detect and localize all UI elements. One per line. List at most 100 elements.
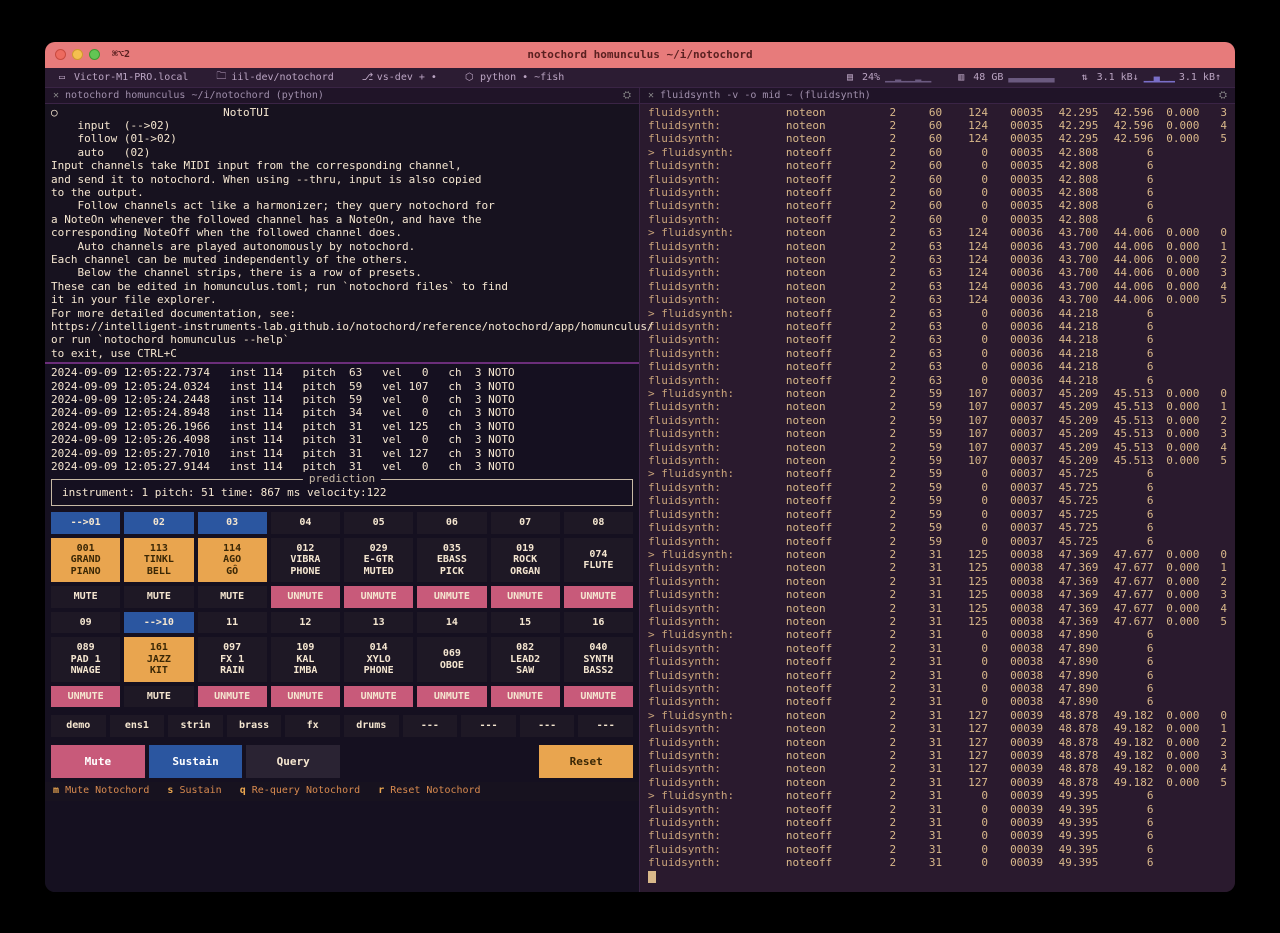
right-pane-tab[interactable]: ✕ fluidsynth -v -o mid ~ (fluidsynth) ⛭ <box>640 88 1235 104</box>
log-row: fluidsynth:noteon2631240003643.70044.006… <box>648 293 1227 306</box>
folder-segment[interactable]: 🗀 iil-dev/notochord <box>202 69 347 86</box>
mute-button[interactable]: Mute <box>51 745 145 778</box>
row4-cell-4[interactable]: 13 <box>344 612 413 634</box>
row6-cell-6[interactable]: UNMUTE <box>491 686 560 708</box>
row4-cell-7[interactable]: 16 <box>564 612 633 634</box>
row6-cell-3[interactable]: UNMUTE <box>271 686 340 708</box>
log-row: fluidsynth:noteoff26300003644.2186 <box>648 360 1227 373</box>
row4-cell-6[interactable]: 15 <box>491 612 560 634</box>
row4-cell-3[interactable]: 12 <box>271 612 340 634</box>
preset-0[interactable]: demo <box>51 715 106 737</box>
row3-cell-6[interactable]: UNMUTE <box>491 586 560 608</box>
mem-icon: ▥ <box>958 72 968 83</box>
intro-text: ○ NotoTUI input (-->02) follow (01->02) … <box>45 104 639 363</box>
cpu-segment: ▤ 24% ▁▁▂▁▁▁▂▁▁ <box>833 72 944 83</box>
log-row: > fluidsynth:noteoff26000003542.8086 <box>648 146 1227 159</box>
row5-cell-0[interactable]: 089PAD 1NWAGE <box>51 637 120 682</box>
preset-8[interactable]: --- <box>520 715 575 737</box>
row3-cell-7[interactable]: UNMUTE <box>564 586 633 608</box>
preset-6[interactable]: --- <box>403 715 458 737</box>
gear-icon[interactable]: ⛭ <box>1219 90 1227 101</box>
row1-cell-3[interactable]: 04 <box>271 512 340 534</box>
row1-cell-0[interactable]: -->01 <box>51 512 120 534</box>
row1-cell-1[interactable]: 02 <box>124 512 193 534</box>
branch-icon: ⎇ <box>362 72 372 83</box>
row4-cell-2[interactable]: 11 <box>198 612 267 634</box>
branch-segment[interactable]: ⎇ vs-dev + • <box>348 72 451 83</box>
log-row: fluidsynth:noteon2631240003643.70044.006… <box>648 253 1227 266</box>
row5-cell-2[interactable]: 097FX 1RAIN <box>198 637 267 682</box>
log-row: fluidsynth:noteoff26000003542.8086 <box>648 186 1227 199</box>
cpu-sparkline: ▁▁▂▁▁▁▂▁▁ <box>885 72 930 83</box>
row2-cell-7[interactable]: 074FLUTE <box>564 538 633 583</box>
row6-cell-0[interactable]: UNMUTE <box>51 686 120 708</box>
lang-segment[interactable]: ⬡ python • ~fish <box>451 72 578 83</box>
row3-cell-5[interactable]: UNMUTE <box>417 586 486 608</box>
log-row: fluidsynth:noteoff25900003745.7256 <box>648 521 1227 534</box>
row6-cell-5[interactable]: UNMUTE <box>417 686 486 708</box>
row5-cell-7[interactable]: 040SYNTHBASS2 <box>564 637 633 682</box>
row2-cell-6[interactable]: 019ROCKORGAN <box>491 538 560 583</box>
row4-cell-5[interactable]: 14 <box>417 612 486 634</box>
row2-cell-1[interactable]: 113TINKLBELL <box>124 538 193 583</box>
fluidsynth-log[interactable]: fluidsynth:noteon2601240003542.29542.596… <box>640 104 1235 892</box>
row5-cell-6[interactable]: 082LEAD2SAW <box>491 637 560 682</box>
row3-cell-1[interactable]: MUTE <box>124 586 193 608</box>
status-bar: ▭ Victor-M1-PRO.local 🗀 iil-dev/notochor… <box>45 68 1235 88</box>
channel-row-1: -->0102030405060708 <box>45 512 639 534</box>
row2-cell-4[interactable]: 029E-GTRMUTED <box>344 538 413 583</box>
row6-cell-7[interactable]: UNMUTE <box>564 686 633 708</box>
row4-cell-0[interactable]: 09 <box>51 612 120 634</box>
log-row: fluidsynth:noteon2601240003542.29542.596… <box>648 132 1227 145</box>
row3-cell-0[interactable]: MUTE <box>51 586 120 608</box>
row1-cell-5[interactable]: 06 <box>417 512 486 534</box>
row3-cell-4[interactable]: UNMUTE <box>344 586 413 608</box>
row1-cell-7[interactable]: 08 <box>564 512 633 534</box>
log-row: fluidsynth:noteoff25900003745.7256 <box>648 535 1227 548</box>
row6-cell-4[interactable]: UNMUTE <box>344 686 413 708</box>
mem-sparkline: ▃▃▃▃▃▃▃▃▃ <box>1008 72 1053 83</box>
preset-5[interactable]: drums <box>344 715 399 737</box>
row6-cell-1[interactable]: MUTE <box>124 686 193 708</box>
titlebar[interactable]: ⌘⌥2 notochord homunculus ~/i/notochord <box>45 42 1235 68</box>
close-tab-icon[interactable]: ✕ <box>648 90 654 101</box>
row1-cell-4[interactable]: 05 <box>344 512 413 534</box>
row4-cell-1[interactable]: -->10 <box>124 612 193 634</box>
mute-row-2: UNMUTEMUTEUNMUTEUNMUTEUNMUTEUNMUTEUNMUTE… <box>45 686 639 708</box>
query-button[interactable]: Query <box>246 745 340 778</box>
key-hints: m Mute Notochord s Sustain q Re-query No… <box>45 782 639 801</box>
preset-4[interactable]: fx <box>285 715 340 737</box>
mem-segment: ▥ 48 GB ▃▃▃▃▃▃▃▃▃ <box>944 72 1067 83</box>
log-row: > fluidsynth:noteon2631240003643.70044.0… <box>648 226 1227 239</box>
gear-icon[interactable]: ⛭ <box>623 90 631 101</box>
left-pane-tab[interactable]: ✕ notochord homunculus ~/i/notochord (py… <box>45 88 639 104</box>
row2-cell-2[interactable]: 114AGOGÔ <box>198 538 267 583</box>
preset-1[interactable]: ens1 <box>110 715 165 737</box>
preset-2[interactable]: strin <box>168 715 223 737</box>
row1-cell-6[interactable]: 07 <box>491 512 560 534</box>
row2-cell-0[interactable]: 001GRANDPIANO <box>51 538 120 583</box>
cpu-label: 24% <box>862 72 880 83</box>
host-segment[interactable]: ▭ Victor-M1-PRO.local <box>45 72 202 83</box>
action-row: Mute Sustain Query Reset <box>45 743 639 782</box>
sustain-button[interactable]: Sustain <box>149 745 243 778</box>
close-tab-icon[interactable]: ✕ <box>53 90 59 101</box>
row6-cell-2[interactable]: UNMUTE <box>198 686 267 708</box>
row3-cell-3[interactable]: UNMUTE <box>271 586 340 608</box>
log-row: fluidsynth:noteoff26300003644.2186 <box>648 347 1227 360</box>
row5-cell-3[interactable]: 109KALIMBA <box>271 637 340 682</box>
row2-cell-5[interactable]: 035EBASSPICK <box>417 538 486 583</box>
prediction-text: instrument: 1 pitch: 51 time: 867 ms vel… <box>62 486 387 499</box>
preset-3[interactable]: brass <box>227 715 282 737</box>
row2-cell-3[interactable]: 012VIBRAPHONE <box>271 538 340 583</box>
row1-cell-2[interactable]: 03 <box>198 512 267 534</box>
preset-7[interactable]: --- <box>461 715 516 737</box>
log-row: fluidsynth:noteoff23100003847.8906 <box>648 642 1227 655</box>
row5-cell-4[interactable]: 014XYLOPHONE <box>344 637 413 682</box>
row5-cell-5[interactable]: 069OBOE <box>417 637 486 682</box>
reset-button[interactable]: Reset <box>539 745 633 778</box>
window-title: notochord homunculus ~/i/notochord <box>45 48 1235 61</box>
row3-cell-2[interactable]: MUTE <box>198 586 267 608</box>
row5-cell-1[interactable]: 161JAZZKIT <box>124 637 193 682</box>
preset-9[interactable]: --- <box>578 715 633 737</box>
